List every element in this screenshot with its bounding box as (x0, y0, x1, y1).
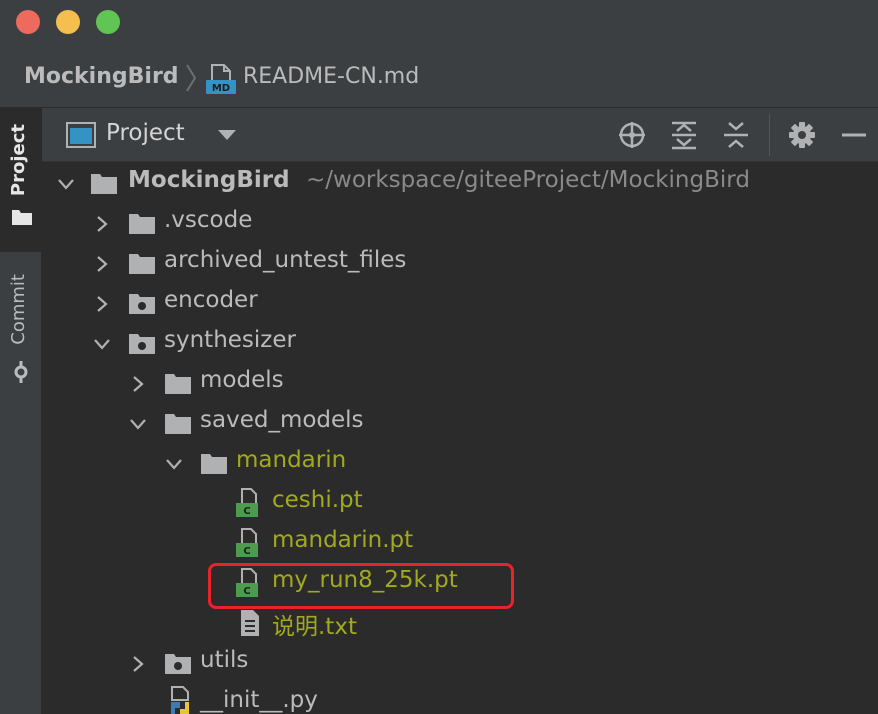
tree-item-label: utils (200, 647, 249, 673)
package-folder-icon (129, 294, 155, 314)
tree-item-label: ceshi.pt (272, 487, 363, 513)
breadcrumb-separator-icon (186, 64, 197, 92)
commit-icon (14, 361, 28, 383)
minus-icon (842, 133, 866, 137)
python-file-icon (171, 686, 189, 714)
tree-item-utils[interactable]: utils (42, 643, 878, 683)
folder-icon (165, 414, 191, 434)
folder-icon (165, 374, 191, 394)
chevron-down-icon[interactable] (216, 128, 238, 142)
project-toolbar: Project (42, 108, 878, 162)
close-button[interactable] (16, 10, 40, 34)
chevron-down-icon[interactable] (165, 455, 183, 473)
chevron-right-icon[interactable] (93, 255, 111, 273)
settings-button[interactable] (786, 120, 818, 150)
tree-item-label: mandarin (236, 447, 347, 473)
breadcrumb-file[interactable]: README-CN.md (243, 64, 419, 89)
folder-icon (201, 454, 227, 474)
package-folder-icon (165, 654, 191, 674)
tree-item-encoder[interactable]: encoder (42, 283, 878, 323)
stripe-tab-commit-label: Commit (8, 274, 29, 345)
stripe-tab-project-label: Project (8, 124, 29, 197)
tree-item-models[interactable]: models (42, 363, 878, 403)
chevron-right-icon[interactable] (129, 375, 147, 393)
project-window-icon (66, 122, 96, 148)
folder-icon (91, 174, 117, 194)
tree-root-path: ~/workspace/giteeProject/MockingBird (306, 167, 750, 193)
tree-item-vscode[interactable]: .vscode (42, 203, 878, 243)
package-folder-icon (129, 334, 155, 354)
tree-item-label: mandarin.pt (272, 527, 414, 553)
tree-item-mandarin-folder[interactable]: mandarin (42, 443, 878, 483)
text-file-icon (241, 610, 259, 636)
svg-text:C: C (243, 546, 250, 557)
chevron-down-icon[interactable] (93, 335, 111, 353)
locate-icon (619, 122, 645, 148)
chevron-down-icon[interactable] (57, 175, 75, 193)
tool-window-stripe: Project Commit (0, 108, 42, 714)
compiled-file-icon: C (236, 488, 258, 517)
folder-icon (12, 210, 32, 225)
chevron-right-icon[interactable] (93, 295, 111, 313)
project-tree: MockingBird ~/workspace/giteeProject/Moc… (42, 162, 878, 714)
annotation-highlight-box (208, 563, 514, 609)
tree-item-label: .vscode (164, 207, 253, 233)
stripe-tab-commit[interactable]: Commit (0, 268, 42, 388)
breadcrumb: MockingBird MD README-CN.md (0, 48, 878, 108)
locate-button[interactable] (616, 120, 648, 150)
minimize-button[interactable] (56, 10, 80, 34)
tree-item-label: __init__.py (200, 687, 318, 713)
expand-all-icon (672, 121, 696, 150)
collapse-all-icon (724, 122, 748, 148)
tree-item-label: 说明.txt (272, 614, 357, 640)
window-titlebar (0, 0, 878, 48)
tree-item-label: MockingBird (128, 167, 290, 193)
collapse-all-button[interactable] (720, 120, 752, 150)
tree-item-saved-models[interactable]: saved_models (42, 403, 878, 443)
hide-button[interactable] (838, 120, 870, 150)
project-view-selector[interactable]: Project (106, 120, 185, 146)
tree-item-synthesizer[interactable]: synthesizer (42, 323, 878, 363)
tree-item-label: encoder (164, 287, 258, 313)
tree-item-label: archived_untest_files (164, 247, 407, 273)
tree-item-label: synthesizer (164, 327, 296, 353)
chevron-right-icon[interactable] (129, 655, 147, 673)
compiled-file-icon: C (236, 528, 258, 557)
folder-icon (129, 254, 155, 274)
svg-text:MD: MD (212, 83, 230, 94)
tree-item-label: saved_models (200, 407, 364, 433)
tree-item-ceshi-pt[interactable]: C ceshi.pt (42, 483, 878, 523)
chevron-down-icon[interactable] (129, 415, 147, 433)
tree-item-archived-untest-files[interactable]: archived_untest_files (42, 243, 878, 283)
gear-icon (789, 122, 815, 148)
tree-item-label: models (200, 367, 284, 393)
folder-icon (129, 214, 155, 234)
breadcrumb-project[interactable]: MockingBird (24, 64, 179, 89)
expand-all-button[interactable] (668, 120, 700, 150)
tree-root-mockingbird[interactable]: MockingBird ~/workspace/giteeProject/Moc… (42, 163, 878, 203)
tree-item-shuoming-txt[interactable]: 说明.txt (42, 603, 878, 643)
svg-text:C: C (243, 506, 250, 517)
markdown-file-icon: MD (206, 64, 236, 94)
tree-item-init-py[interactable]: __init__.py (42, 683, 878, 714)
tree-item-mandarin-pt[interactable]: C mandarin.pt (42, 523, 878, 563)
toolbar-divider (769, 114, 770, 156)
stripe-tab-project[interactable]: Project (0, 108, 42, 252)
zoom-button[interactable] (96, 10, 120, 34)
chevron-right-icon[interactable] (93, 215, 111, 233)
